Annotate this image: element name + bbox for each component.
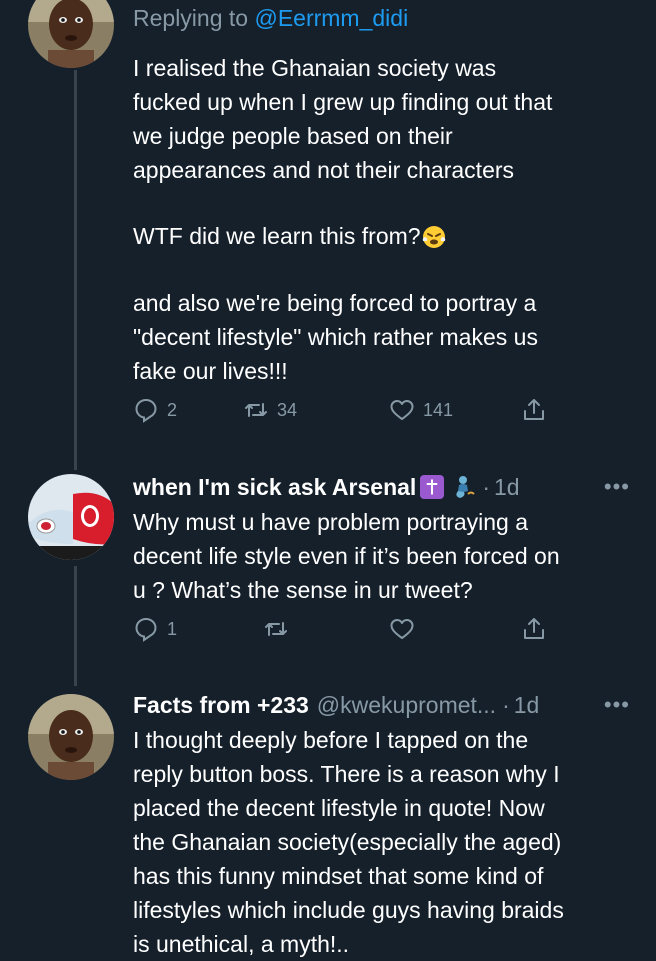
reply-button[interactable]: 2 [133, 397, 177, 423]
retweet-icon [245, 403, 267, 417]
thread-line-2 [74, 566, 77, 686]
tweet-3-header: Facts from +233 @kwekupromet... · 1d [133, 688, 634, 722]
more-options-button[interactable]: ••• [604, 692, 630, 718]
retweet-button[interactable] [263, 616, 289, 642]
username[interactable]: @kwekupromet... [317, 692, 496, 719]
replying-prefix: Replying to [133, 5, 255, 31]
share-icon [524, 618, 544, 639]
cross-icon [420, 475, 445, 499]
tweet-text-paragraph-1: I realised the Ghanaian society was fuck… [133, 55, 553, 183]
thread-line-1 [74, 70, 77, 470]
display-name[interactable]: when I'm sick ask Arsenal [133, 474, 416, 501]
tweet-text-paragraph-2: WTF did we learn this from? [133, 219, 634, 253]
tweet-text: Why must u have problem portraying a dec… [133, 509, 560, 603]
retweet-count: 34 [277, 399, 298, 420]
reply-button[interactable]: 1 [133, 616, 177, 642]
reply-count: 1 [167, 618, 178, 639]
share-icon [524, 399, 544, 420]
timestamp[interactable]: 1d [494, 474, 520, 501]
avatar-facts-from-233[interactable] [28, 0, 114, 68]
heart-icon [390, 400, 414, 420]
like-button[interactable]: 141 [389, 397, 453, 423]
retweet-icon [265, 622, 287, 636]
share-button[interactable] [521, 397, 547, 423]
separator-dot: · [502, 691, 510, 718]
more-options-button[interactable]: ••• [604, 474, 630, 500]
tweet-2-actions: 1 [133, 616, 656, 648]
tweet-text-question: WTF did we learn this from? [133, 223, 421, 249]
display-name[interactable]: Facts from +233 [133, 692, 309, 719]
avatar-facts-from-233[interactable] [28, 694, 114, 780]
replying-to: Replying to @Eerrmm_didi [133, 2, 634, 34]
tweet-2-header: when I'm sick ask Arsenal · 1d [133, 470, 634, 504]
genie-icon [456, 476, 476, 498]
like-count: 141 [423, 399, 454, 420]
tweet-text: I thought deeply before I tapped on the … [133, 727, 564, 957]
reply-count: 2 [167, 399, 178, 420]
avatar-image [28, 0, 114, 68]
avatar-image [28, 694, 114, 780]
avatar-arsenal[interactable] [28, 474, 114, 560]
replying-handle-link[interactable]: @Eerrmm_didi [254, 5, 408, 31]
reply-icon [135, 617, 157, 642]
avatar-image [28, 474, 114, 560]
face-with-steam-icon [422, 226, 445, 248]
timestamp[interactable]: 1d [514, 692, 540, 719]
tweet-1-actions: 2 34 141 [133, 397, 656, 429]
separator-dot: · [482, 473, 490, 500]
heart-icon [390, 619, 414, 639]
reply-icon [135, 398, 157, 423]
retweet-button[interactable]: 34 [243, 397, 297, 423]
like-button[interactable] [389, 616, 415, 642]
tweet-text-paragraph-3: and also we're being forced to portray a… [133, 290, 538, 384]
share-button[interactable] [521, 616, 547, 642]
